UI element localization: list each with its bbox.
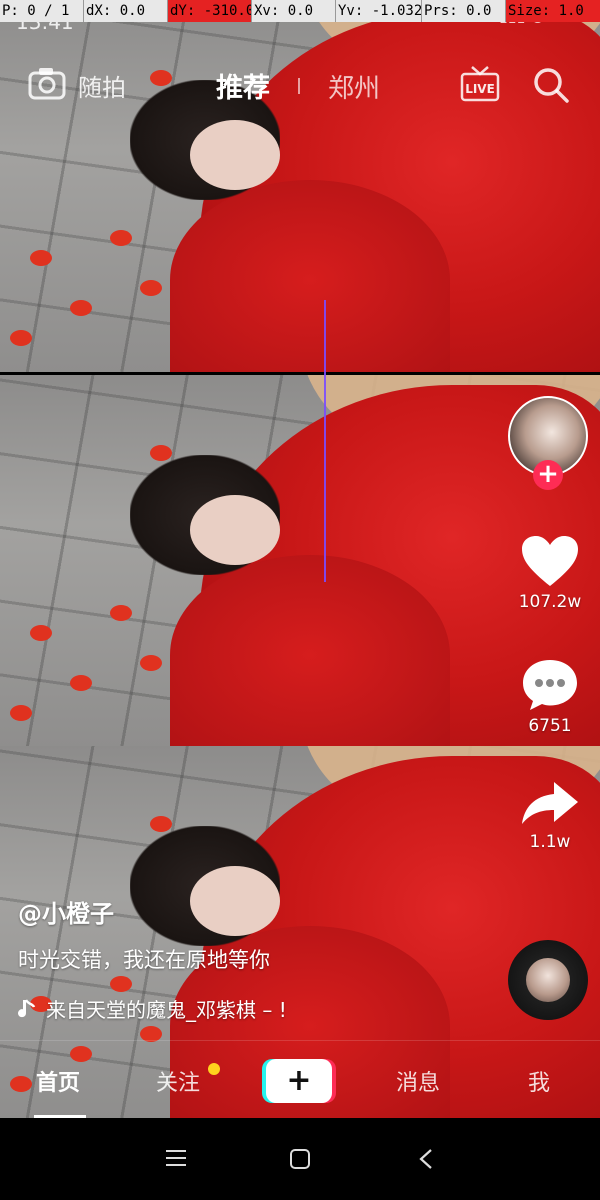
- tab-city[interactable]: 郑州: [328, 68, 380, 105]
- creator-avatar-group: +: [508, 396, 588, 490]
- pointer-count: P: 0 / 1: [0, 0, 84, 22]
- like-button[interactable]: 107.2w: [508, 534, 592, 612]
- delta-y: dY: -310.0: [168, 0, 252, 22]
- share-count: 1.1w: [529, 832, 571, 852]
- menu-icon[interactable]: [165, 1148, 187, 1172]
- follow-notification-dot: [208, 1063, 220, 1075]
- music-title: 来自天堂的魔鬼_邓紫棋 – !: [46, 998, 287, 1022]
- tab-recommend[interactable]: 推荐: [216, 66, 270, 105]
- music-disc[interactable]: [508, 940, 588, 1020]
- comment-button[interactable]: 6751: [508, 656, 592, 736]
- tab-home[interactable]: 首页: [36, 1065, 80, 1097]
- pointer-debug-bar: P: 0 / 1 dX: 0.0 dY: -310.0 Xv: 0.0 Yv: …: [0, 0, 600, 22]
- video-caption: 时光交错，我还在原地等你: [18, 948, 270, 972]
- bottom-tab-bar: 首页 关注 + 消息 我: [0, 1040, 600, 1119]
- home-icon[interactable]: [289, 1148, 311, 1174]
- live-label: LIVE: [465, 82, 495, 96]
- tab-me[interactable]: 我: [528, 1065, 550, 1097]
- music-info[interactable]: 来自天堂的魔鬼_邓紫棋 – !: [18, 994, 287, 1023]
- heart-icon: [522, 536, 578, 586]
- comment-count: 6751: [528, 716, 572, 736]
- tab-divider: [298, 78, 300, 94]
- follow-button[interactable]: +: [533, 460, 563, 490]
- delta-x: dX: 0.0: [84, 0, 168, 22]
- touch-size: Size: 1.0: [506, 0, 600, 22]
- tab-messages[interactable]: 消息: [396, 1065, 440, 1097]
- camera-label[interactable]: 随拍: [78, 68, 126, 103]
- velocity-y: Yv: -1.032: [336, 0, 422, 22]
- velocity-x: Xv: 0.0: [252, 0, 336, 22]
- share-arrow-icon: [522, 782, 578, 824]
- top-nav: 随拍 推荐 郑州 LIVE: [0, 60, 600, 110]
- plus-icon: +: [266, 1059, 332, 1103]
- like-count: 107.2w: [518, 592, 582, 612]
- share-button[interactable]: 1.1w: [508, 778, 592, 852]
- live-icon[interactable]: LIVE: [460, 64, 500, 102]
- touch-trace-line: [324, 300, 326, 582]
- pressure: Prs: 0.0: [422, 0, 506, 22]
- tab-follow[interactable]: 关注: [156, 1065, 200, 1097]
- video-frame: [0, 0, 600, 372]
- camera-icon[interactable]: [28, 66, 66, 100]
- music-note-icon: [18, 998, 36, 1017]
- back-icon[interactable]: [418, 1148, 434, 1174]
- publish-button[interactable]: +: [262, 1059, 336, 1103]
- search-icon[interactable]: [532, 66, 570, 104]
- music-cover: [526, 958, 570, 1002]
- author-name[interactable]: @小橙子: [18, 894, 114, 929]
- system-nav-bar: [0, 1118, 600, 1200]
- comment-icon: [523, 660, 577, 710]
